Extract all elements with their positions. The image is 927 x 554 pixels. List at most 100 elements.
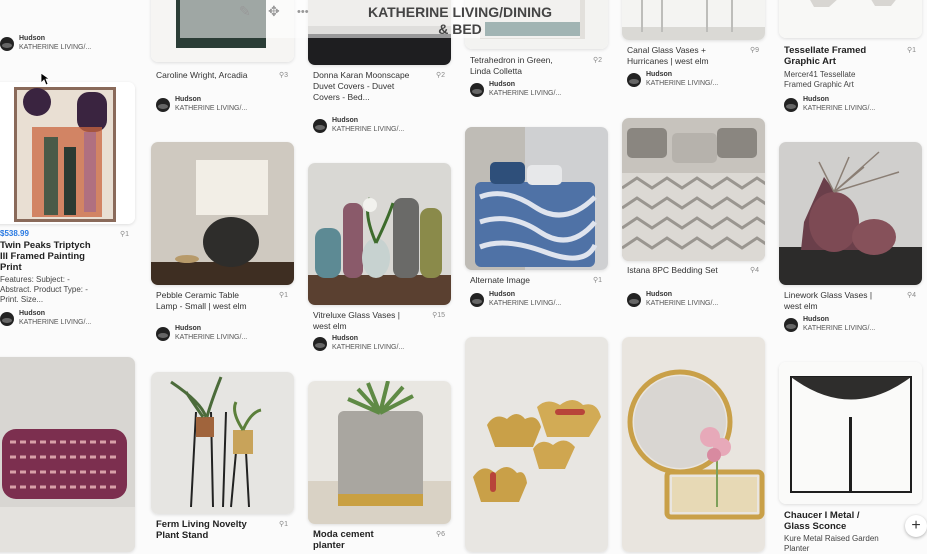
pin-image (779, 362, 922, 504)
pin-board-name: KATHERINE LIVING/... (332, 344, 405, 351)
pin-attribution[interactable]: Hudson KATHERINE LIVING/... (313, 335, 451, 355)
pin-title[interactable]: Tessellate Framed Graphic Art (784, 45, 884, 67)
pin-board-name: KATHERINE LIVING/... (646, 80, 719, 87)
pin-card[interactable] (151, 142, 294, 285)
pin-attribution[interactable]: Hudson KATHERINE LIVING/... (627, 291, 765, 311)
pin-repin-count: ⚲1 (592, 277, 602, 284)
pin-board-name: KATHERINE LIVING/... (646, 300, 719, 307)
pin-title[interactable]: Canal Glass Vases + Hurricanes | west el… (627, 45, 727, 67)
pin-image (622, 337, 765, 552)
pin-attribution[interactable]: Hudson KATHERINE LIVING/... (0, 35, 138, 55)
pin-title[interactable]: Alternate Image (470, 275, 568, 286)
pin-attribution[interactable]: Hudson KATHERINE LIVING/... (0, 310, 138, 330)
pin-title[interactable]: Twin Peaks Triptych III Framed Painting … (0, 240, 95, 273)
pin-user-name: Hudson (803, 96, 830, 103)
pin-repin-count: ⚲2 (592, 57, 602, 64)
pin-description: Kure Metal Raised Garden Planter (784, 534, 879, 553)
avatar (627, 293, 641, 307)
pin-repin-count: ⚲4 (749, 267, 759, 274)
pin-title[interactable]: Ferm Living Novelty Plant Stand (156, 519, 256, 541)
pin-user-name: Hudson (19, 35, 46, 42)
pin-user-name: Hudson (175, 96, 202, 103)
pin-card[interactable] (622, 0, 765, 40)
pin-attribution[interactable]: Hudson KATHERINE LIVING/... (156, 325, 294, 345)
avatar (156, 327, 170, 341)
avatar (156, 98, 170, 112)
pin-title[interactable]: Istana 8PC Bedding Set (627, 265, 727, 276)
pin-repin-count: ⚲2 (435, 72, 445, 79)
pin-title[interactable]: Donna Karan Moonscape Duvet Covers - Duv… (313, 70, 411, 103)
pin-card[interactable] (779, 362, 922, 504)
board-title-line-2: & BED (438, 21, 482, 37)
pin-card[interactable] (0, 82, 135, 224)
pin-attribution[interactable]: Hudson KATHERINE LIVING/... (470, 81, 608, 101)
pin-board-name: KATHERINE LIVING/... (489, 90, 562, 97)
pin-card[interactable] (465, 127, 608, 270)
pin-attribution[interactable]: Hudson KATHERINE LIVING/... (156, 96, 294, 116)
pin-repin-count: ⚲1 (119, 231, 129, 238)
pin-repin-count: ⚲4 (906, 292, 916, 299)
pin-title[interactable]: Chaucer I Metal / Glass Sconce (784, 510, 884, 532)
pin-image (308, 163, 451, 305)
pin-card[interactable] (779, 0, 922, 38)
pin-image (0, 82, 135, 224)
pin-board-name: KATHERINE LIVING/... (489, 300, 562, 307)
pin-board-name: KATHERINE LIVING/... (19, 44, 92, 51)
pin-user-name: Hudson (175, 325, 202, 332)
pin-card[interactable] (151, 372, 294, 514)
pin-board-name: KATHERINE LIVING/... (332, 126, 405, 133)
avatar (313, 337, 327, 351)
pin-title[interactable]: Caroline Wright, Arcadia (156, 70, 256, 81)
more-icon[interactable]: ••• (297, 6, 309, 18)
pin-board: Hudson KATHERINE LIVING/... $538.99 ⚲1 T… (0, 0, 927, 553)
pin-title[interactable]: Pebble Ceramic Table Lamp - Small | west… (156, 290, 256, 312)
pin-repin-count: ⚲9 (749, 47, 759, 54)
pin-card[interactable] (622, 337, 765, 552)
pin-repin-count: ⚲3 (278, 72, 288, 79)
pin-attribution[interactable]: Hudson KATHERINE LIVING/... (470, 291, 608, 311)
pencil-icon[interactable]: ✎ (239, 3, 251, 20)
pin-card[interactable] (308, 163, 451, 305)
pin-attribution[interactable]: Hudson KATHERINE LIVING/... (784, 96, 922, 116)
pin-card[interactable] (779, 142, 922, 285)
pin-user-name: Hudson (332, 335, 359, 342)
pin-attribution[interactable]: Hudson KATHERINE LIVING/... (784, 316, 922, 336)
pin-image (779, 0, 922, 38)
pin-image (465, 337, 608, 552)
pin-card[interactable] (0, 357, 135, 552)
pin-user-name: Hudson (646, 291, 673, 298)
pin-board-name: KATHERINE LIVING/... (175, 105, 248, 112)
plus-icon[interactable]: + (905, 515, 927, 537)
pin-image (779, 142, 922, 285)
pin-attribution[interactable]: Hudson KATHERINE LIVING/... (627, 71, 765, 91)
avatar (627, 73, 641, 87)
pin-board-name: KATHERINE LIVING/... (175, 334, 248, 341)
move-icon[interactable]: ✥ (268, 3, 280, 20)
pin-card[interactable] (308, 381, 451, 524)
pin-title[interactable]: Vitreluxe Glass Vases | west elm (313, 310, 408, 332)
pin-image (622, 0, 765, 40)
pin-user-name: Hudson (803, 316, 830, 323)
pin-price: $538.99 (0, 229, 29, 238)
avatar (784, 98, 798, 112)
pin-repin-count: ⚲1 (906, 47, 916, 54)
pin-card[interactable] (622, 118, 765, 261)
pin-title[interactable]: Tetrahedron in Green, Linda Colletta (470, 55, 568, 77)
pin-board-name: KATHERINE LIVING/... (19, 319, 92, 326)
pin-board-name: KATHERINE LIVING/... (803, 105, 876, 112)
pin-repin-count: ⚲1 (278, 292, 288, 299)
pin-repin-count: ⚲1 (278, 521, 288, 528)
pin-attribution[interactable]: Hudson KATHERINE LIVING/... (313, 117, 451, 137)
avatar (313, 119, 327, 133)
pin-description: Mercer41 Tessellate Framed Graphic Art (784, 70, 856, 89)
pin-image (465, 127, 608, 270)
pin-board-name: KATHERINE LIVING/... (803, 325, 876, 332)
pin-title[interactable]: Linework Glass Vases | west elm (784, 290, 884, 312)
pin-title[interactable]: Moda cement planter (313, 529, 408, 551)
avatar (0, 312, 14, 326)
cursor-icon (40, 72, 50, 86)
pin-card[interactable] (465, 337, 608, 552)
pin-image (151, 372, 294, 514)
pin-image (308, 381, 451, 524)
board-title: KATHERINE LIVING/DINING & BED (360, 4, 560, 38)
